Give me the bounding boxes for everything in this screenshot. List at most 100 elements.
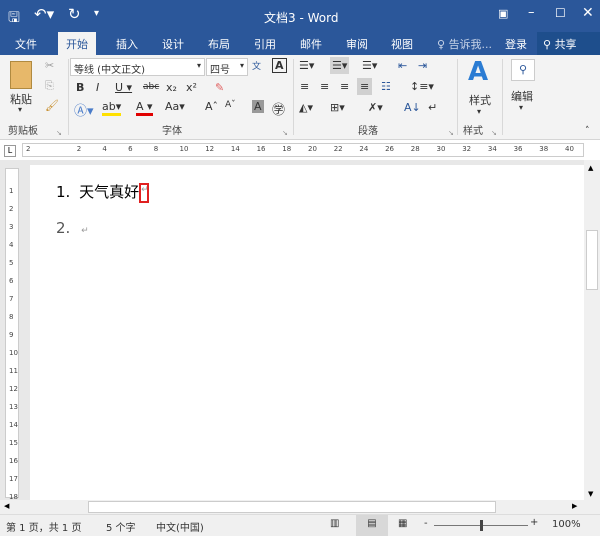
scroll-left-icon[interactable]: ◀ <box>4 502 9 510</box>
vertical-ruler-number: 10 <box>9 349 18 357</box>
redo-icon[interactable]: ↻ <box>68 5 81 23</box>
format-painter-icon[interactable]: 🖌 <box>45 99 59 112</box>
bullets-icon[interactable]: ☰▾ <box>299 59 314 72</box>
page-count[interactable]: 第 1 页，共 1 页 <box>6 519 81 534</box>
read-mode-icon[interactable]: ▥ <box>330 518 339 529</box>
enclose-characters-icon[interactable]: ㊫ <box>272 99 285 118</box>
ribbon-display-icon[interactable]: ▣ <box>498 7 508 20</box>
undo-icon[interactable]: ↶▾ <box>34 5 54 23</box>
borders-icon[interactable]: ⊞▾ <box>330 101 345 114</box>
save-icon[interactable]: 🖫 <box>8 7 20 31</box>
tell-me-search[interactable]: ♀ 告诉我... <box>437 36 492 52</box>
italic-icon[interactable]: I <box>96 81 99 94</box>
tab-selector[interactable]: L <box>4 145 16 157</box>
font-size-select[interactable]: 四号 ▾ <box>206 58 248 76</box>
numbering-icon[interactable]: ☰▾ <box>330 57 350 74</box>
vertical-ruler[interactable]: 1 2 3 4 5 6 7 8 9 10 11 12 13 14 15 16 17 18 <box>5 168 19 501</box>
editing-button[interactable]: 编辑 <box>511 88 533 104</box>
superscript-icon[interactable]: x² <box>186 81 197 94</box>
tab-mailings[interactable]: 邮件 <box>300 36 322 52</box>
underline-icon[interactable]: U ▾ <box>115 81 132 94</box>
grow-font-icon[interactable]: Aˆ <box>205 100 218 113</box>
print-layout-icon[interactable]: ▤ <box>356 515 388 536</box>
cut-icon[interactable]: ✂ <box>45 59 54 72</box>
styles-dropdown-icon[interactable]: ▾ <box>477 107 481 116</box>
dialog-launcher-icon[interactable]: ↘ <box>491 129 497 137</box>
tab-file[interactable]: 文件 <box>15 36 37 52</box>
vertical-scroll-thumb[interactable] <box>586 230 598 290</box>
align-right-icon[interactable]: ≡ <box>340 80 349 93</box>
document-page[interactable]: 1. 天气真好 ↵ 2. ↵ <box>30 165 584 500</box>
tab-view[interactable]: 视图 <box>391 36 413 52</box>
sign-in-link[interactable]: 登录 <box>505 36 527 52</box>
ruler-number: 2 <box>76 145 82 153</box>
character-border-icon[interactable]: A <box>272 58 287 73</box>
horizontal-scroll-thumb[interactable] <box>88 501 496 513</box>
bold-icon[interactable]: B <box>76 81 84 94</box>
collapse-ribbon-icon[interactable]: ˄ <box>585 126 590 136</box>
strikethrough-icon[interactable]: abc <box>143 82 159 92</box>
clear-formatting-icon[interactable]: ✎ <box>215 81 224 94</box>
search-icon[interactable]: ⚲ <box>511 59 535 81</box>
word-count[interactable]: 5 个字 <box>106 519 136 534</box>
text-effects-icon[interactable]: Ⓐ▾ <box>74 100 94 119</box>
font-name-select[interactable]: 等线 (中文正文) ▾ <box>70 58 205 76</box>
shrink-font-icon[interactable]: Aˇ <box>225 100 236 110</box>
web-layout-icon[interactable]: ▦ <box>398 518 407 529</box>
font-color-icon[interactable]: A ▾ <box>136 100 153 116</box>
styles-button[interactable]: 样式 <box>469 92 491 108</box>
scroll-down-icon[interactable]: ▼ <box>588 490 593 498</box>
zoom-in-button[interactable]: + <box>530 517 538 528</box>
highlight-icon[interactable]: ab▾ <box>102 100 122 116</box>
dialog-launcher-icon[interactable]: ↘ <box>282 129 288 137</box>
shading-icon[interactable]: ◭▾ <box>299 101 313 114</box>
scroll-up-icon[interactable]: ▲ <box>588 164 593 172</box>
editing-dropdown-icon[interactable]: ▾ <box>519 103 523 112</box>
horizontal-ruler[interactable]: 2 2 4 6 8 10 12 14 16 18 20 22 24 26 28 30 32 34 36 38 40 <box>22 143 584 157</box>
subscript-icon[interactable]: x₂ <box>166 81 177 94</box>
phonetic-guide-icon[interactable]: 文 <box>252 59 261 72</box>
zoom-slider-thumb[interactable] <box>480 520 483 531</box>
align-left-icon[interactable]: ≡ <box>300 80 309 93</box>
tab-design[interactable]: 设计 <box>162 36 184 52</box>
increase-indent-icon[interactable]: ⇥ <box>418 59 427 72</box>
distributed-icon[interactable]: ☷ <box>381 80 391 93</box>
status-bar: 第 1 页，共 1 页 5 个字 中文(中国) ▥ ▤ ▦ - + 100% <box>0 514 600 536</box>
horizontal-scrollbar[interactable]: ◀ ▶ <box>0 500 584 514</box>
tab-review[interactable]: 审阅 <box>346 36 368 52</box>
customize-qat-icon[interactable]: ▾ <box>94 8 99 19</box>
language[interactable]: 中文(中国) <box>156 519 204 534</box>
sort-icon[interactable]: A↓ <box>404 101 421 114</box>
maximize-icon[interactable]: ☐ <box>555 6 566 20</box>
vertical-scrollbar[interactable]: ▲ ▼ <box>584 160 600 514</box>
ruler-number: 14 <box>230 145 240 153</box>
scroll-right-icon[interactable]: ▶ <box>572 502 577 510</box>
dialog-launcher-icon[interactable]: ↘ <box>448 129 454 137</box>
show-marks-icon[interactable]: ↵ <box>428 101 437 114</box>
zoom-out-button[interactable]: - <box>424 518 428 529</box>
chinese-layout-icon[interactable]: ✗▾ <box>368 101 383 114</box>
character-shading-icon[interactable]: A <box>252 100 264 113</box>
change-case-icon[interactable]: Aa▾ <box>165 100 185 113</box>
align-center-icon[interactable]: ≡ <box>320 80 329 93</box>
justify-icon[interactable]: ≡ <box>357 78 373 95</box>
styles-icon[interactable]: A <box>468 57 488 87</box>
vertical-ruler-number: 1 <box>9 187 14 195</box>
ruler-number: 8 <box>153 145 159 153</box>
paste-icon[interactable] <box>10 61 32 89</box>
decrease-indent-icon[interactable]: ⇤ <box>398 59 407 72</box>
tab-insert[interactable]: 插入 <box>116 36 138 52</box>
tab-references[interactable]: 引用 <box>254 36 276 52</box>
share-button[interactable]: ⚲ 共享 <box>537 32 600 55</box>
paste-dropdown-icon[interactable]: ▾ <box>18 105 22 114</box>
tab-home[interactable]: 开始 <box>58 32 96 55</box>
line-spacing-icon[interactable]: ↕≡▾ <box>410 80 434 93</box>
ruler-number: 2 <box>26 145 31 153</box>
dialog-launcher-icon[interactable]: ↘ <box>56 129 62 137</box>
copy-icon[interactable]: ⎘ <box>45 79 54 93</box>
close-icon[interactable]: ✕ <box>582 5 594 21</box>
minimize-icon[interactable]: – <box>528 5 535 20</box>
multilevel-list-icon[interactable]: ☰▾ <box>362 59 377 72</box>
zoom-level[interactable]: 100% <box>552 519 581 530</box>
tab-layout[interactable]: 布局 <box>208 36 230 52</box>
